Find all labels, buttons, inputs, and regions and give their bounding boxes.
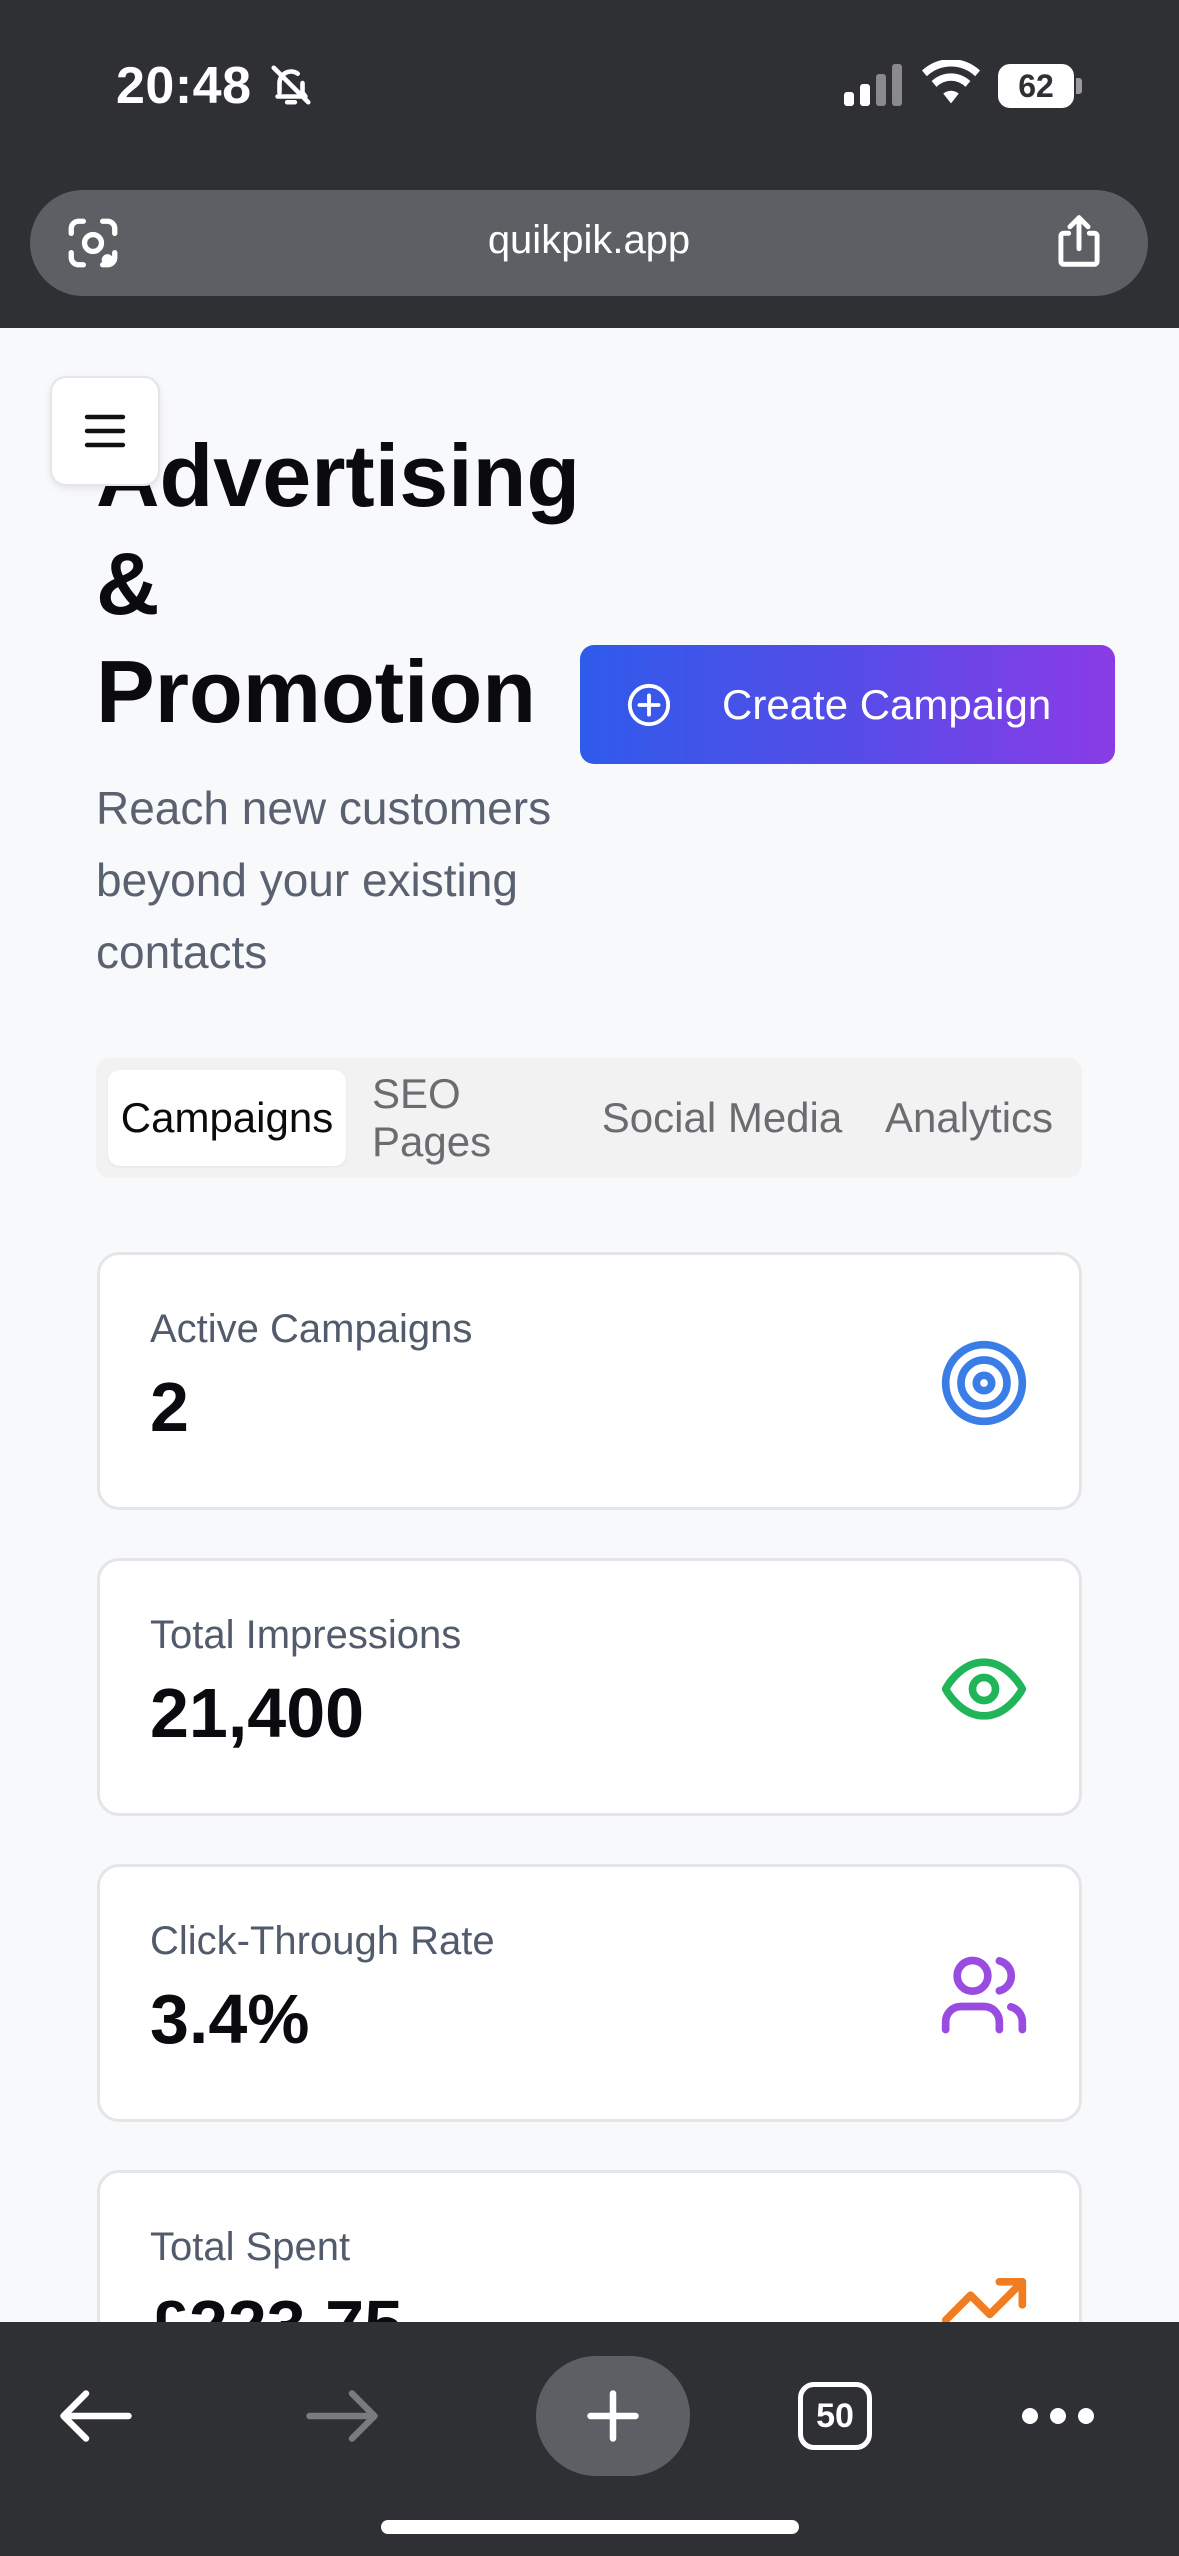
section-tabs: Campaigns SEO Pages Social Media Analyti… (96, 1058, 1082, 1178)
stat-card-click-through-rate: Click-Through Rate 3.4% (97, 1864, 1082, 2122)
tab-social-media[interactable]: Social Media (594, 1070, 850, 1166)
arrow-right-icon (306, 2390, 378, 2442)
plus-circle-icon (627, 683, 671, 726)
tab-campaigns[interactable]: Campaigns (108, 1070, 346, 1166)
page-title: Advertising & Promotion (96, 426, 581, 741)
eye-icon (941, 1658, 1027, 1720)
share-icon[interactable] (1048, 210, 1110, 272)
target-icon (941, 1340, 1027, 1426)
stat-value: 2 (150, 1368, 189, 1446)
hamburger-icon (84, 414, 126, 448)
address-bar[interactable]: quikpik.app (30, 190, 1148, 296)
battery-indicator: 62 (998, 64, 1082, 108)
more-options-button[interactable] (1020, 2394, 1096, 2438)
url-text[interactable]: quikpik.app (30, 218, 1148, 263)
stat-label: Click-Through Rate (150, 1919, 495, 1963)
tab-analytics[interactable]: Analytics (866, 1070, 1072, 1166)
menu-button[interactable] (50, 376, 160, 486)
tab-switcher-button[interactable]: 50 (798, 2382, 872, 2450)
battery-level: 62 (998, 64, 1074, 108)
users-icon (941, 1956, 1027, 2034)
create-campaign-button[interactable]: Create Campaign (580, 645, 1115, 764)
home-indicator (381, 2520, 799, 2534)
browser-bottom-toolbar: 50 (0, 2322, 1179, 2556)
plus-icon (587, 2390, 639, 2442)
stat-card-active-campaigns: Active Campaigns 2 (97, 1252, 1082, 1510)
page-subtitle: Reach new customers beyond your existing… (96, 782, 552, 978)
back-button[interactable] (56, 2386, 136, 2446)
new-tab-button[interactable] (536, 2356, 690, 2476)
stat-label: Active Campaigns (150, 1307, 473, 1351)
tab-seo-pages[interactable]: SEO Pages (372, 1070, 586, 1166)
stat-value: 3.4% (150, 1980, 310, 2058)
ellipsis-icon (1022, 2408, 1094, 2424)
arrow-left-icon (60, 2390, 132, 2442)
stat-label: Total Impressions (150, 1613, 462, 1657)
wifi-icon (922, 60, 980, 104)
stat-card-total-impressions: Total Impressions 21,400 (97, 1558, 1082, 1816)
create-campaign-label: Create Campaign (722, 680, 1052, 728)
stat-value: 21,400 (150, 1674, 365, 1752)
stat-label: Total Spent (150, 2225, 351, 2269)
cellular-signal-icon (844, 64, 902, 106)
forward-button[interactable] (302, 2386, 382, 2446)
browser-top-bar: 20:48 62 quikpik.app (0, 0, 1179, 328)
bell-muted-icon (271, 65, 311, 105)
status-time: 20:48 (116, 57, 252, 115)
battery-tip (1076, 78, 1082, 94)
